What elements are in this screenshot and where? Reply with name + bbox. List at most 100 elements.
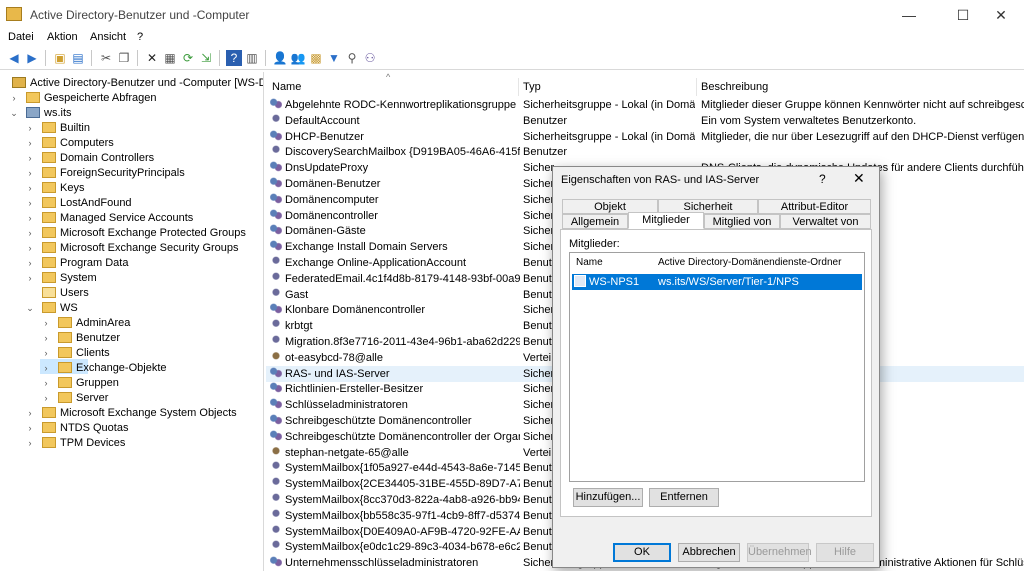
- expand-chevron-icon[interactable]: ›: [24, 136, 36, 151]
- tab-mitglied-von[interactable]: Mitglied von: [704, 214, 780, 229]
- dialog-help-button[interactable]: ?: [819, 172, 826, 186]
- tree-item-keys[interactable]: › Keys: [29, 181, 84, 196]
- tree-item-domain-controllers[interactable]: › Domain Controllers: [29, 151, 154, 166]
- tab-attribut-editor[interactable]: Attribut-Editor: [758, 199, 871, 214]
- tree-item-users[interactable]: Users: [42, 286, 89, 301]
- dialog-close-button[interactable]: ✕: [853, 170, 865, 187]
- expand-chevron-icon[interactable]: ›: [24, 226, 36, 241]
- expand-chevron-icon[interactable]: ›: [24, 211, 36, 226]
- tree-item-clients[interactable]: › Clients: [45, 346, 110, 361]
- help-icon[interactable]: ?: [226, 50, 242, 66]
- expand-chevron-icon[interactable]: ›: [40, 391, 52, 406]
- filter-icon[interactable]: ▼: [326, 50, 342, 66]
- members-column-name[interactable]: Name: [576, 257, 603, 268]
- view-icon[interactable]: ▥: [244, 50, 260, 66]
- tree-item-label: System: [60, 272, 97, 284]
- copy-icon[interactable]: ❐: [116, 50, 132, 66]
- tab-mitglieder[interactable]: Mitglieder: [628, 212, 704, 229]
- expand-chevron-icon[interactable]: ›: [24, 271, 36, 286]
- tree-item-managed-service-accounts[interactable]: › Managed Service Accounts: [29, 211, 193, 226]
- help-button[interactable]: Hilfe: [816, 543, 874, 562]
- tree-item-exchange-objekte[interactable]: › Exchange-Objekte: [45, 361, 167, 376]
- expand-chevron-icon[interactable]: ›: [24, 121, 36, 136]
- table-row[interactable]: DiscoverySearchMailbox {D919BA05-46A6-41…: [266, 144, 1024, 160]
- tree-item-benutzer[interactable]: › Benutzer: [45, 331, 120, 346]
- column-header-name[interactable]: Name: [266, 78, 519, 96]
- tree-item-program-data[interactable]: › Program Data: [29, 256, 128, 271]
- forward-arrow-icon[interactable]: ▶: [24, 50, 40, 66]
- add-to-group-icon[interactable]: ⚇: [362, 50, 378, 66]
- expand-chevron-icon[interactable]: ›: [40, 331, 52, 346]
- tree-item-builtin[interactable]: › Builtin: [29, 121, 90, 136]
- expand-chevron-icon[interactable]: ⌄: [8, 106, 20, 121]
- expand-chevron-icon[interactable]: ›: [40, 316, 52, 331]
- tree-item-ws[interactable]: ⌄ WS: [26, 301, 78, 316]
- remove-member-button[interactable]: Entfernen: [649, 488, 719, 507]
- expand-chevron-icon[interactable]: ›: [24, 406, 36, 421]
- find-icon[interactable]: ⚲: [344, 50, 360, 66]
- expand-chevron-icon[interactable]: ›: [24, 436, 36, 451]
- table-row[interactable]: DefaultAccount Benutzer Ein vom System ver…: [266, 113, 1024, 129]
- domain-icon: [26, 107, 40, 118]
- menu-ansicht[interactable]: Ansicht: [90, 31, 126, 43]
- expand-chevron-icon[interactable]: ›: [8, 91, 20, 106]
- expand-chevron-icon[interactable]: ›: [40, 346, 52, 361]
- expand-chevron-icon[interactable]: ›: [24, 241, 36, 256]
- show-tree-icon[interactable]: ▤: [70, 50, 86, 66]
- menu-help[interactable]: ?: [137, 31, 143, 43]
- tree-root[interactable]: Active Directory-Benutzer und -Computer …: [12, 76, 263, 91]
- column-header-description[interactable]: Beschreibung: [697, 78, 1024, 96]
- tree-item-gruppen[interactable]: › Gruppen: [45, 376, 119, 391]
- column-header-type[interactable]: Typ: [519, 78, 697, 96]
- tree-item-server[interactable]: › Server: [45, 391, 108, 406]
- new-ou-icon[interactable]: ▩: [308, 50, 324, 66]
- tree-item-system[interactable]: › System: [29, 271, 97, 286]
- tree-item-gespeicherte-abfragen[interactable]: › Gespeicherte Abfragen: [13, 91, 157, 106]
- expand-chevron-icon[interactable]: ›: [24, 181, 36, 196]
- close-button[interactable]: ✕: [978, 0, 1024, 30]
- tree-item-adminarea[interactable]: › AdminArea: [45, 316, 130, 331]
- expand-chevron-icon[interactable]: ›: [40, 361, 52, 376]
- expand-chevron-icon[interactable]: ›: [24, 421, 36, 436]
- cell-name: Domänencomputer: [270, 192, 520, 208]
- cancel-button[interactable]: Abbrechen: [678, 543, 740, 562]
- members-list[interactable]: Name Active Directory-Domänendienste-Ord…: [569, 252, 865, 482]
- export-icon[interactable]: ⇲: [198, 50, 214, 66]
- tree-item-microsoft-exchange-security-groups[interactable]: › Microsoft Exchange Security Groups: [29, 241, 239, 256]
- tree-item-microsoft-exchange-system-objects[interactable]: › Microsoft Exchange System Objects: [29, 406, 237, 421]
- new-user-icon[interactable]: 👤: [272, 50, 288, 66]
- expand-chevron-icon[interactable]: ›: [24, 151, 36, 166]
- properties-icon[interactable]: ▦: [162, 50, 178, 66]
- table-row[interactable]: Abgelehnte RODC-Kennwortreplikationsgrup…: [266, 97, 1024, 113]
- apply-button[interactable]: Übernehmen: [747, 543, 812, 562]
- tree-item-foreignsecurityprincipals[interactable]: › ForeignSecurityPrincipals: [29, 166, 185, 181]
- back-arrow-icon[interactable]: ◀: [6, 50, 22, 66]
- menu-datei[interactable]: Datei: [8, 31, 34, 43]
- minimize-button[interactable]: —: [886, 0, 932, 30]
- tree-item-lostandfound[interactable]: › LostAndFound: [29, 196, 132, 211]
- add-member-button[interactable]: Hinzufügen...: [573, 488, 643, 507]
- tab-allgemein[interactable]: Allgemein: [562, 214, 628, 229]
- tree-item-ws-its[interactable]: ⌄ ws.its: [10, 106, 72, 121]
- member-row[interactable]: WS-NPS1 ws.its/WS/Server/Tier-1/NPS: [572, 274, 862, 290]
- expand-chevron-icon[interactable]: ›: [24, 256, 36, 271]
- delete-icon[interactable]: ✕: [144, 50, 160, 66]
- tab-verwaltet-von[interactable]: Verwaltet von: [780, 214, 871, 229]
- refresh-icon[interactable]: ⟳: [180, 50, 196, 66]
- tree-item-ntds-quotas[interactable]: › NTDS Quotas: [29, 421, 128, 436]
- expand-chevron-icon[interactable]: ⌄: [24, 301, 36, 316]
- up-folder-icon[interactable]: ▣: [52, 50, 68, 66]
- row-name: Domänen-Gäste: [285, 225, 366, 238]
- members-column-folder[interactable]: Active Directory-Domänendienste-Ordner: [658, 257, 841, 268]
- cut-icon[interactable]: ✂: [98, 50, 114, 66]
- expand-chevron-icon[interactable]: ›: [24, 196, 36, 211]
- expand-chevron-icon[interactable]: ›: [24, 166, 36, 181]
- menu-aktion[interactable]: Aktion: [47, 31, 78, 43]
- expand-chevron-icon[interactable]: ›: [40, 376, 52, 391]
- new-group-icon[interactable]: 👥: [290, 50, 306, 66]
- tree-item-tpm-devices[interactable]: › TPM Devices: [29, 436, 125, 451]
- table-row[interactable]: DHCP-Benutzer Sicherheitsgruppe - Lokal (…: [266, 129, 1024, 145]
- tree-item-computers[interactable]: › Computers: [29, 136, 114, 151]
- ok-button[interactable]: OK: [613, 543, 671, 562]
- tree-item-microsoft-exchange-protected-groups[interactable]: › Microsoft Exchange Protected Groups: [29, 226, 246, 241]
